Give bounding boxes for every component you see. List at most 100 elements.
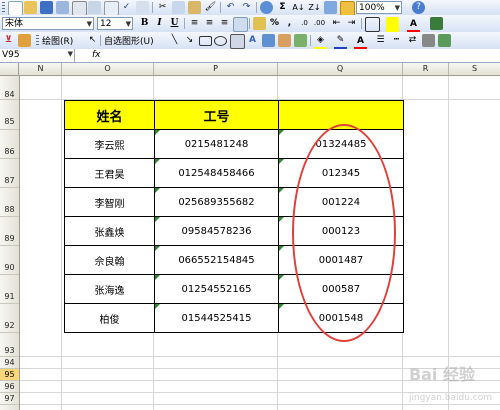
copy-icon[interactable] bbox=[172, 1, 185, 14]
align-left-icon[interactable]: ≡ bbox=[188, 17, 201, 30]
fx-icon[interactable]: fx bbox=[92, 49, 101, 61]
comma-button[interactable]: , bbox=[283, 17, 296, 30]
permission-icon[interactable] bbox=[56, 1, 69, 14]
drawing-toggle-icon[interactable] bbox=[340, 1, 355, 16]
name-cell[interactable]: 李云熙 bbox=[64, 129, 155, 159]
header-id-cell[interactable]: 工号 bbox=[154, 100, 279, 130]
cut-icon[interactable]: ✂ bbox=[156, 1, 169, 14]
name-box[interactable]: V95 ▼ bbox=[0, 49, 75, 62]
toolbar-grip[interactable] bbox=[2, 2, 5, 14]
id-cell[interactable]: 012548458466 bbox=[154, 158, 279, 188]
sort-descending-icon[interactable]: Z↓ bbox=[308, 1, 321, 14]
increase-indent-icon[interactable]: ⇥ bbox=[345, 17, 358, 30]
row-header[interactable]: 87 bbox=[0, 159, 19, 188]
oval-icon[interactable] bbox=[214, 36, 227, 46]
format-painter-icon[interactable]: 🖌 bbox=[204, 1, 217, 14]
borders-icon[interactable] bbox=[365, 17, 380, 32]
reviewing-icon[interactable] bbox=[18, 34, 31, 47]
number-cell[interactable]: 0001487 bbox=[278, 245, 404, 275]
chart-wizard-icon[interactable] bbox=[324, 1, 337, 14]
line-style-icon[interactable]: ☰ bbox=[374, 34, 387, 47]
autosum-icon[interactable]: Σ bbox=[276, 1, 289, 14]
underline-button[interactable]: U bbox=[168, 17, 181, 30]
row-header[interactable]: 97 bbox=[0, 393, 19, 405]
row-header-active[interactable]: 95 bbox=[0, 369, 19, 381]
arrow-icon[interactable]: ↘ bbox=[183, 34, 196, 47]
increase-decimal-icon[interactable]: .0 bbox=[298, 17, 311, 30]
spelling-icon[interactable]: ✓ bbox=[120, 1, 133, 14]
id-cell[interactable]: 01254552165 bbox=[154, 274, 279, 304]
row-header[interactable]: 84 bbox=[0, 76, 19, 100]
name-cell[interactable]: 张鑫焕 bbox=[64, 216, 155, 246]
font-color-button[interactable]: A bbox=[407, 17, 420, 33]
help-icon[interactable]: ? bbox=[412, 1, 425, 14]
save-icon[interactable] bbox=[40, 1, 53, 14]
id-cell[interactable]: 066552154845 bbox=[154, 245, 279, 275]
align-center-icon[interactable]: ≡ bbox=[203, 17, 216, 30]
row-header[interactable]: 91 bbox=[0, 275, 19, 304]
name-cell[interactable]: 柏俊 bbox=[64, 303, 155, 333]
decrease-decimal-icon[interactable]: .00 bbox=[313, 17, 326, 30]
name-cell[interactable]: 李智刚 bbox=[64, 187, 155, 217]
number-cell[interactable]: 000587 bbox=[278, 274, 404, 304]
name-cell[interactable]: 佘良翰 bbox=[64, 245, 155, 275]
row-header[interactable]: 89 bbox=[0, 217, 19, 246]
diagram-icon[interactable] bbox=[262, 34, 275, 47]
email-icon[interactable] bbox=[72, 1, 87, 16]
shadow-icon[interactable] bbox=[422, 34, 435, 47]
3d-style-icon[interactable] bbox=[438, 34, 451, 47]
row-header[interactable]: 86 bbox=[0, 130, 19, 159]
shape-fill-icon[interactable]: ◈ bbox=[314, 34, 327, 50]
column-header-p[interactable]: P bbox=[154, 63, 278, 75]
picture-icon[interactable] bbox=[294, 34, 307, 47]
column-header-o[interactable]: O bbox=[62, 63, 154, 75]
align-right-icon[interactable]: ≡ bbox=[218, 17, 231, 30]
number-cell[interactable]: 0001548 bbox=[278, 303, 404, 333]
decrease-indent-icon[interactable]: ⇤ bbox=[330, 17, 343, 30]
select-all-corner[interactable] bbox=[0, 63, 19, 75]
fill-color-icon[interactable] bbox=[386, 17, 399, 33]
row-header[interactable]: 90 bbox=[0, 246, 19, 275]
column-header-n[interactable]: N bbox=[20, 63, 62, 75]
id-cell[interactable]: 025689355682 bbox=[154, 187, 279, 217]
number-cell[interactable]: 012345 bbox=[278, 158, 404, 188]
name-cell[interactable]: 王君昊 bbox=[64, 158, 155, 188]
row-header[interactable]: 88 bbox=[0, 188, 19, 217]
new-icon[interactable] bbox=[8, 1, 23, 16]
number-cell[interactable]: 01324485 bbox=[278, 129, 404, 159]
row-header[interactable]: 96 bbox=[0, 381, 19, 393]
track-changes-icon[interactable]: ⊻ bbox=[2, 34, 15, 47]
undo-icon[interactable]: ↶ bbox=[224, 1, 237, 14]
open-icon[interactable] bbox=[24, 1, 37, 14]
worksheet-grid[interactable]: 姓名 工号 李云熙 0215481248 01324485 王君昊 012548… bbox=[20, 76, 500, 410]
id-cell[interactable]: 01544525415 bbox=[154, 303, 279, 333]
header-empty-cell[interactable] bbox=[278, 100, 404, 130]
draw-menu[interactable]: 绘图(R) bbox=[42, 34, 73, 47]
zoom-select[interactable]: 100% ▼ bbox=[356, 1, 402, 14]
column-header-s[interactable]: S bbox=[449, 63, 500, 75]
merge-center-icon[interactable] bbox=[233, 17, 248, 32]
row-header[interactable]: 93 bbox=[0, 333, 19, 357]
redo-icon[interactable]: ↷ bbox=[240, 1, 253, 14]
row-header[interactable]: 85 bbox=[0, 100, 19, 130]
row-header[interactable]: 92 bbox=[0, 304, 19, 333]
name-cell[interactable]: 张海逸 bbox=[64, 274, 155, 304]
font-name-select[interactable]: 宋体 ▼ bbox=[2, 17, 94, 30]
paste-icon[interactable] bbox=[188, 1, 201, 14]
sort-ascending-icon[interactable]: A↓ bbox=[292, 1, 305, 14]
dash-style-icon[interactable]: ┅ bbox=[390, 34, 403, 47]
toolbar-options-icon[interactable] bbox=[430, 17, 443, 30]
currency-icon[interactable] bbox=[253, 17, 266, 30]
header-name-cell[interactable]: 姓名 bbox=[64, 100, 155, 130]
id-cell[interactable]: 09584578236 bbox=[154, 216, 279, 246]
column-header-r[interactable]: R bbox=[403, 63, 449, 75]
italic-button[interactable]: I bbox=[153, 17, 166, 30]
rectangle-icon[interactable] bbox=[199, 36, 212, 46]
clip-art-icon[interactable] bbox=[278, 34, 291, 47]
draw-font-color-icon[interactable]: A bbox=[354, 34, 367, 50]
print-preview-icon[interactable] bbox=[104, 1, 119, 16]
percent-button[interactable]: % bbox=[268, 17, 281, 30]
number-cell[interactable]: 001224 bbox=[278, 187, 404, 217]
text-box-icon[interactable] bbox=[230, 34, 245, 49]
line-color-icon[interactable]: ✎ bbox=[334, 34, 347, 50]
